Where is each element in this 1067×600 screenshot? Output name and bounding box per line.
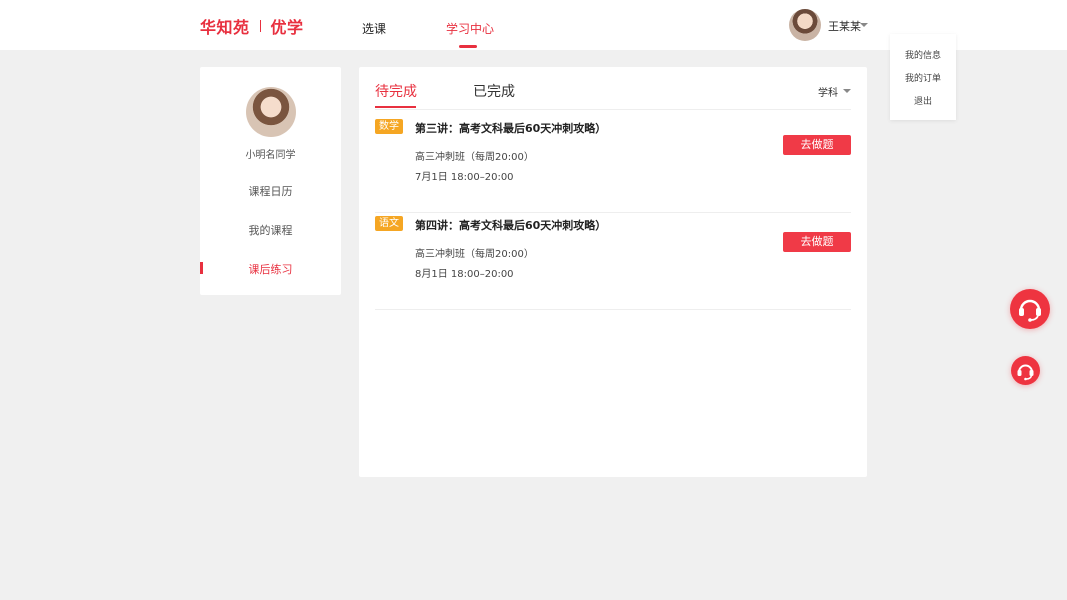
user-name[interactable]: 王某某 — [828, 18, 861, 34]
task-item: 语文 第四讲：高考文科最后60天冲刺攻略） 高三冲刺班（每周20:00） 8月1… — [375, 213, 851, 310]
headset-icon — [1019, 299, 1041, 322]
task-class-name: 高三冲刺班（每周20:00） — [415, 152, 534, 163]
sidebar-active-marker — [200, 262, 203, 274]
do-exercise-button[interactable]: 去做题 — [783, 232, 851, 252]
brand-subname: 优学 — [270, 18, 304, 37]
task-title: 第三讲：高考文科最后60天冲刺攻略） — [415, 122, 607, 135]
online-help-button[interactable] — [1011, 356, 1040, 385]
task-title: 第四讲：高考文科最后60天冲刺攻略） — [415, 219, 607, 232]
brand-logo[interactable]: 华知苑 优学 — [200, 14, 304, 38]
subject-filter-label: 学科 — [818, 88, 838, 99]
headset-icon — [1017, 364, 1034, 381]
tabs-divider — [375, 109, 851, 110]
nav-active-indicator — [459, 45, 477, 48]
do-exercise-button[interactable]: 去做题 — [783, 135, 851, 155]
user-avatar[interactable] — [789, 9, 821, 41]
subject-badge: 数学 — [375, 119, 403, 134]
main-panel: 待完成 已完成 学科 数学 第三讲：高考文科最后60天冲刺攻略） 高三冲刺班（每… — [359, 67, 867, 477]
sidebar-item-homework[interactable]: 课后练习 — [200, 261, 341, 277]
task-time: 8月1日 18:00–20:00 — [415, 269, 514, 280]
sidebar: 小明名同学 课程日历 我的课程 课后练习 — [200, 67, 341, 295]
brand-divider — [259, 20, 261, 32]
menu-item-my-orders[interactable]: 我的订单 — [890, 71, 956, 84]
nav-item-course-selection[interactable]: 选课 — [362, 20, 386, 37]
profile-avatar — [246, 87, 296, 137]
profile-name: 小明名同学 — [245, 150, 296, 161]
sidebar-item-course-calendar[interactable]: 课程日历 — [200, 183, 341, 199]
caret-down-icon[interactable] — [843, 89, 851, 93]
tab-active-indicator — [375, 106, 416, 108]
caret-down-icon[interactable] — [860, 23, 868, 27]
tab-completed[interactable]: 已完成 — [473, 81, 515, 101]
sidebar-item-my-courses[interactable]: 我的课程 — [200, 222, 341, 238]
menu-item-my-info[interactable]: 我的信息 — [890, 48, 956, 61]
task-time: 7月1日 18:00–20:00 — [415, 172, 514, 183]
subject-badge: 语文 — [375, 216, 403, 231]
task-class-name: 高三冲刺班（每周20:00） — [415, 249, 534, 260]
user-dropdown-menu: 我的信息 我的订单 退出 — [890, 34, 956, 120]
customer-service-button[interactable] — [1010, 289, 1050, 329]
subject-filter[interactable]: 学科 — [818, 84, 838, 99]
menu-item-logout[interactable]: 退出 — [890, 94, 956, 107]
tab-pending[interactable]: 待完成 — [375, 81, 417, 101]
nav-item-learning-center[interactable]: 学习中心 — [446, 20, 494, 37]
task-item: 数学 第三讲：高考文科最后60天冲刺攻略） 高三冲刺班（每周20:00） 7月1… — [375, 116, 851, 213]
brand-name: 华知苑 — [200, 18, 250, 37]
